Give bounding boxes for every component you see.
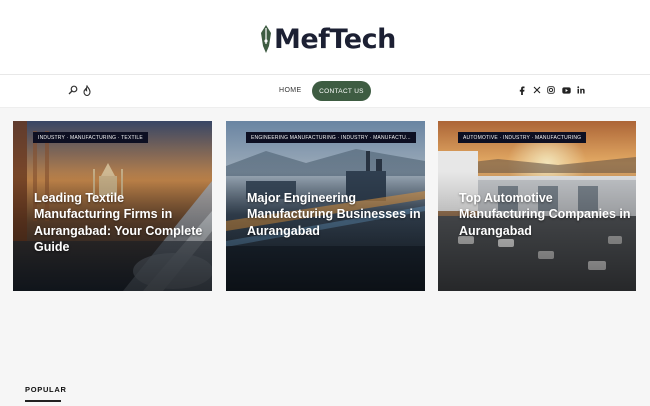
site-header: MefTech [0, 0, 650, 75]
category-badge[interactable]: INDUSTRY · MANUFACTURING · TEXTILE [33, 132, 148, 143]
featured-card-textile[interactable]: INDUSTRY · MANUFACTURING · TEXTILE Leadi… [13, 121, 212, 291]
card-title[interactable]: Major Engineering Manufacturing Business… [247, 190, 422, 239]
card-title[interactable]: Leading Textile Manufacturing Firms in A… [34, 190, 209, 255]
featured-card-automotive[interactable]: AUTOMOTIVE · INDUSTRY · MANUFACTURING To… [438, 121, 636, 291]
instagram-icon[interactable] [546, 85, 556, 95]
flame-icon[interactable] [81, 84, 93, 96]
main-navbar: HOME CONTACT US [0, 75, 650, 108]
contact-us-label: CONTACT US [319, 87, 364, 95]
contact-us-button[interactable]: CONTACT US [312, 81, 371, 101]
popular-heading: POPULAR [25, 385, 67, 394]
site-logo[interactable]: MefTech [259, 22, 396, 56]
logo-text: MefTech [274, 23, 396, 55]
category-badge[interactable]: AUTOMOTIVE · INDUSTRY · MANUFACTURING [458, 132, 587, 143]
featured-card-engineering[interactable]: ENGINEERING MANUFACTURING · INDUSTRY · M… [226, 121, 425, 291]
card-title[interactable]: Top Automotive Manufacturing Companies i… [459, 190, 634, 239]
x-icon[interactable] [532, 85, 542, 95]
search-icon[interactable] [67, 84, 79, 96]
category-badge[interactable]: ENGINEERING MANUFACTURING · INDUSTRY · M… [246, 132, 416, 143]
youtube-icon[interactable] [561, 85, 571, 95]
section-underline [25, 400, 61, 402]
linkedin-icon[interactable] [576, 85, 586, 95]
nav-home-link[interactable]: HOME [279, 87, 302, 94]
pen-nib-icon [261, 25, 271, 53]
facebook-icon[interactable] [517, 85, 527, 95]
